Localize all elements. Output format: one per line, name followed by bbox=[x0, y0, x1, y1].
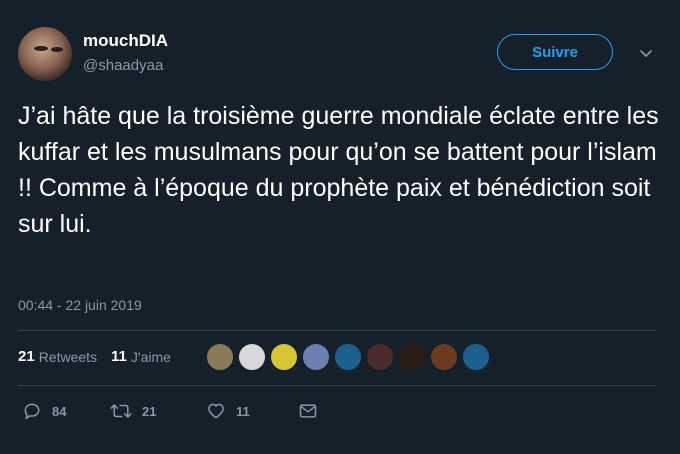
envelope-icon bbox=[299, 404, 317, 418]
divider bbox=[18, 330, 656, 331]
avatar[interactable] bbox=[18, 27, 72, 81]
liker-avatar[interactable] bbox=[462, 343, 490, 371]
liker-avatar[interactable] bbox=[366, 343, 394, 371]
divider bbox=[18, 385, 656, 386]
like-button[interactable]: 11 bbox=[206, 401, 298, 421]
retweets-label[interactable]: Retweets bbox=[39, 349, 97, 365]
likes-count[interactable]: 11 bbox=[111, 348, 127, 365]
reply-button[interactable]: 84 bbox=[22, 401, 110, 421]
retweet-button[interactable]: 21 bbox=[110, 401, 206, 421]
liker-avatar[interactable] bbox=[206, 343, 234, 371]
liker-avatar[interactable] bbox=[398, 343, 426, 371]
liker-avatar[interactable] bbox=[302, 343, 330, 371]
retweet-icon bbox=[110, 404, 132, 418]
reply-count: 84 bbox=[52, 403, 67, 419]
direct-message-button[interactable] bbox=[298, 401, 318, 421]
user-handle[interactable]: @shaadyaa bbox=[83, 57, 163, 74]
tweet-stats: 21 Retweets 11 J'aime bbox=[18, 348, 171, 365]
like-count: 11 bbox=[236, 403, 250, 419]
follow-button[interactable]: Suivre bbox=[497, 34, 613, 70]
tweet-text: J’ai hâte que la troisième guerre mondia… bbox=[18, 102, 659, 238]
liker-avatar[interactable] bbox=[238, 343, 266, 371]
chevron-down-icon[interactable] bbox=[638, 45, 654, 61]
avatar-detail bbox=[51, 47, 63, 52]
likers-avatars bbox=[206, 343, 494, 371]
avatar-detail bbox=[34, 46, 48, 51]
liker-avatar[interactable] bbox=[430, 343, 458, 371]
tweet-timestamp[interactable]: 00:44 - 22 juin 2019 bbox=[18, 297, 142, 313]
reply-icon bbox=[24, 403, 40, 420]
liker-avatar[interactable] bbox=[334, 343, 362, 371]
tweet-header: mouchDIA @shaadyaa Suivre bbox=[18, 27, 658, 85]
heart-icon bbox=[208, 403, 224, 419]
tweet-actions: 84 21 11 bbox=[22, 401, 318, 421]
liker-avatar[interactable] bbox=[270, 343, 298, 371]
likes-label[interactable]: J'aime bbox=[131, 349, 171, 365]
display-name[interactable]: mouchDIA bbox=[83, 31, 168, 51]
retweet-count: 21 bbox=[142, 403, 157, 419]
retweets-count[interactable]: 21 bbox=[18, 348, 35, 365]
